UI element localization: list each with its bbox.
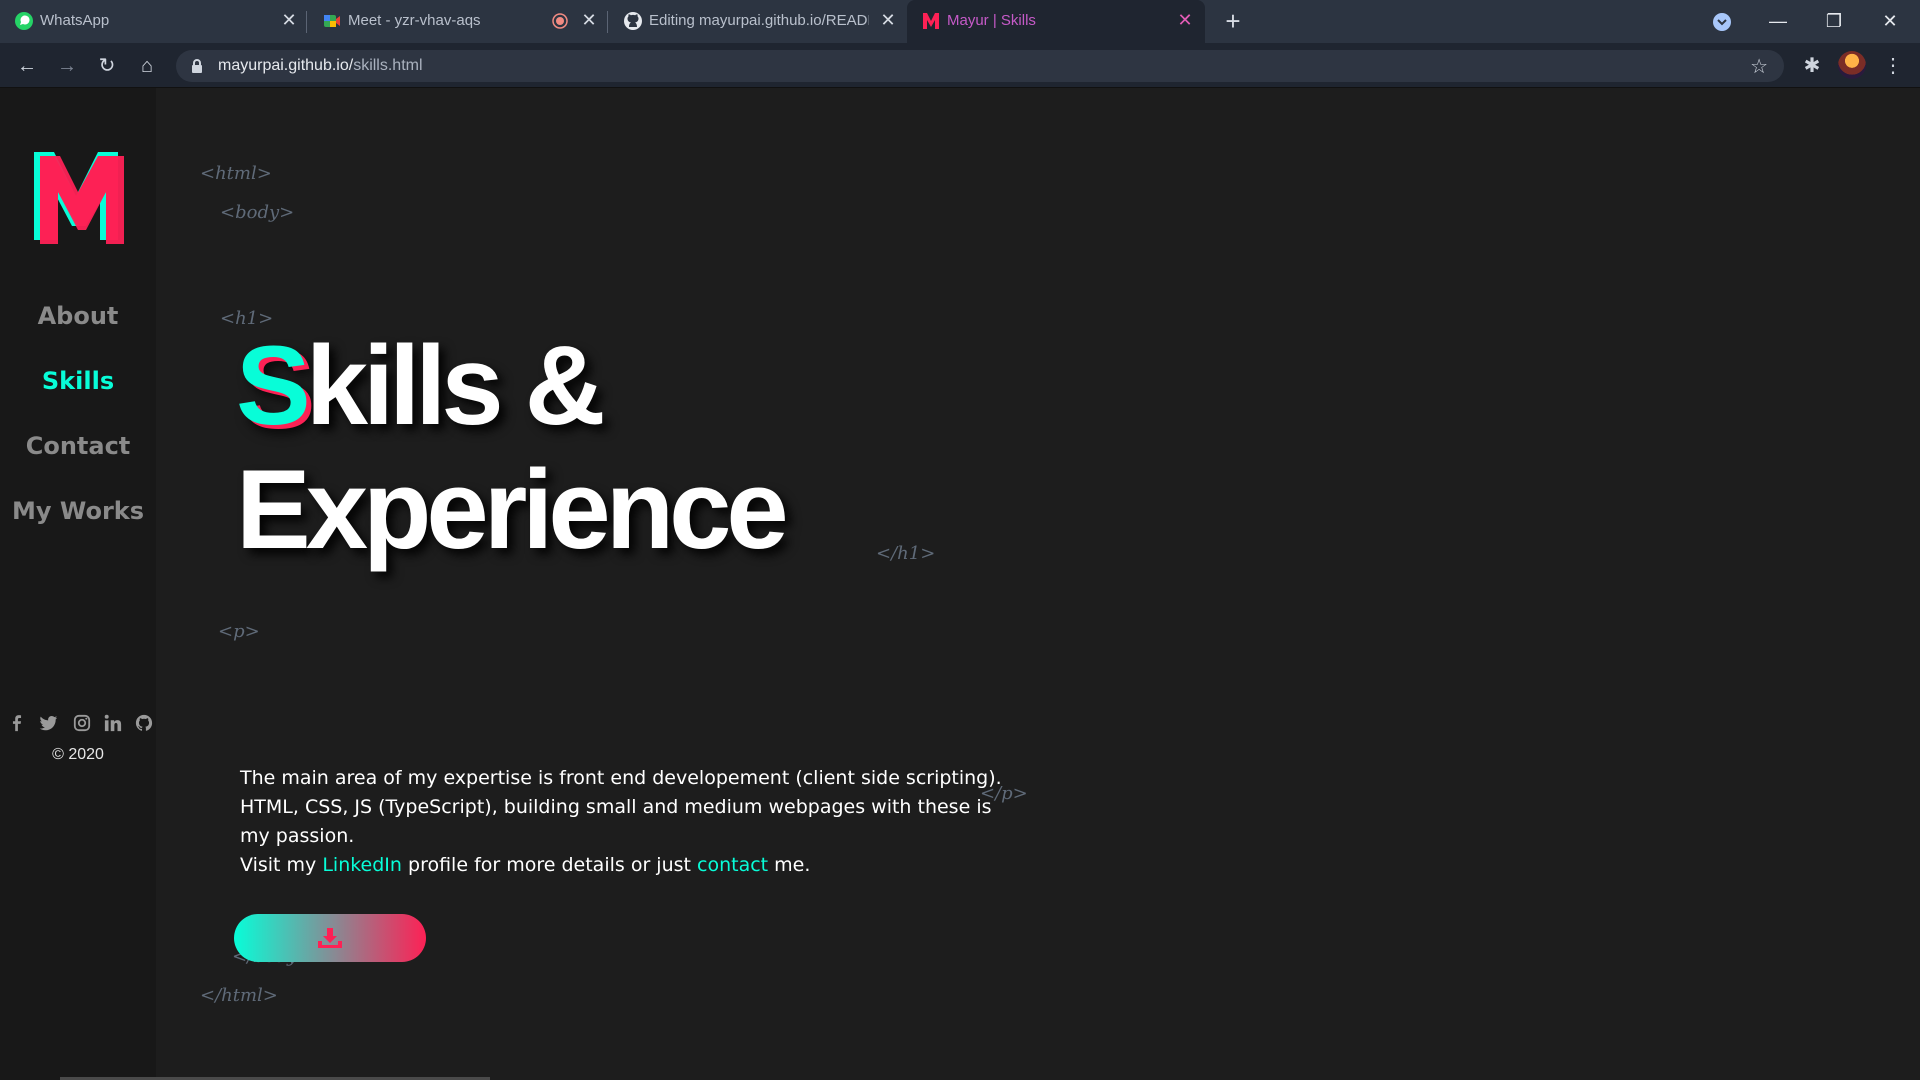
browser-tab-bar: WhatsApp ✕ Meet - yzr-vhav-aqs ✕ Editing… (0, 0, 1920, 43)
paragraph-line: HTML, CSS, JS (TypeScript), building sma… (240, 796, 992, 818)
nav-skills[interactable]: Skills (0, 367, 156, 395)
tab-separator (607, 11, 608, 33)
nav-contact[interactable]: Contact (0, 432, 156, 460)
tag-body-open: <body> (220, 202, 295, 223)
paragraph-text: Visit my (240, 854, 323, 876)
site-m-logo-icon (923, 13, 939, 29)
tab-whatsapp[interactable]: WhatsApp ✕ (0, 0, 306, 43)
github-icon[interactable] (135, 714, 153, 732)
minimize-button[interactable]: — (1760, 6, 1796, 36)
new-tab-button[interactable]: + (1219, 8, 1247, 36)
reload-button[interactable]: ↻ (93, 52, 121, 80)
home-button[interactable]: ⌂ (133, 52, 161, 80)
back-button[interactable]: ← (13, 52, 41, 80)
close-window-button[interactable]: ✕ (1872, 6, 1908, 36)
browser-menu-icon[interactable]: ⋮ (1879, 52, 1907, 80)
page-title: Skills & Experience (236, 323, 789, 572)
title-line2: Experience (236, 447, 789, 572)
tab-title: WhatsApp (40, 12, 110, 29)
tab-title: Meet - yzr-vhav-aqs (348, 12, 481, 29)
site-logo[interactable] (30, 148, 126, 244)
page-content: About Skills Contact My Works © 2020 <ht… (0, 88, 1920, 1080)
paragraph-line: Visit my LinkedIn profile for more detai… (240, 851, 1040, 880)
paragraph-text: profile for more details or just (401, 854, 698, 876)
tab-github[interactable]: Editing mayurpai.github.io/README ✕ (609, 0, 905, 43)
close-tab-icon[interactable]: ✕ (278, 9, 300, 31)
tag-p-open: <p> (218, 621, 260, 642)
copyright-text: © 2020 (52, 746, 104, 763)
url-text: mayurpai.github.io/skills.html (218, 57, 423, 75)
twitter-icon[interactable] (39, 714, 59, 732)
close-tab-icon[interactable]: ✕ (877, 9, 899, 31)
profile-avatar[interactable] (1838, 51, 1866, 79)
contact-link[interactable]: contact (697, 854, 768, 876)
social-links (8, 714, 153, 732)
restore-button[interactable]: ❐ (1816, 6, 1852, 36)
paragraph-line: my passion. (240, 825, 355, 847)
tab-meet[interactable]: Meet - yzr-vhav-aqs ✕ (308, 0, 606, 43)
linkedin-link[interactable]: LinkedIn (322, 854, 402, 876)
recording-icon (552, 13, 568, 29)
intro-paragraph: The main area of my expertise is front e… (240, 764, 1040, 880)
close-tab-icon[interactable]: ✕ (1174, 9, 1196, 31)
tab-title: Mayur | Skills (947, 12, 1036, 29)
close-tab-icon[interactable]: ✕ (578, 9, 600, 31)
paragraph-text: me. (768, 854, 811, 876)
paragraph-line: The main area of my expertise is front e… (240, 767, 1002, 789)
title-first-letter: S (236, 323, 311, 448)
bookmark-star-icon[interactable]: ☆ (1750, 54, 1768, 79)
url-path: skills.html (353, 57, 423, 74)
sidebar: About Skills Contact My Works © 2020 (0, 88, 156, 1080)
tab-mayur-skills[interactable]: Mayur | Skills ✕ (907, 0, 1205, 43)
tag-html-close: </html> (200, 985, 278, 1006)
whatsapp-icon (15, 12, 33, 30)
github-icon (624, 12, 642, 30)
tab-search-icon[interactable] (1712, 12, 1732, 32)
browser-toolbar: ← → ↻ ⌂ mayurpai.github.io/skills.html ☆… (0, 43, 1920, 88)
address-bar[interactable]: mayurpai.github.io/skills.html ☆ (176, 50, 1784, 82)
tag-html-open: <html> (200, 163, 272, 184)
instagram-icon[interactable] (73, 714, 91, 732)
linkedin-icon[interactable] (104, 714, 122, 732)
google-meet-icon (324, 15, 340, 27)
download-icon (318, 928, 342, 948)
url-host: mayurpai.github.io/ (218, 57, 354, 74)
nav-my-works[interactable]: My Works (0, 497, 156, 525)
facebook-icon[interactable] (8, 714, 26, 732)
download-resume-button[interactable] (234, 914, 426, 962)
extensions-puzzle-icon[interactable]: ✱ (1798, 52, 1826, 80)
tab-title: Editing mayurpai.github.io/README (649, 12, 869, 29)
lock-icon (192, 59, 202, 73)
title-line1: kills & (305, 323, 606, 448)
forward-button[interactable]: → (53, 52, 81, 80)
tag-h1-close: </h1> (876, 543, 936, 564)
nav-about[interactable]: About (0, 302, 156, 330)
tab-separator (306, 11, 307, 33)
